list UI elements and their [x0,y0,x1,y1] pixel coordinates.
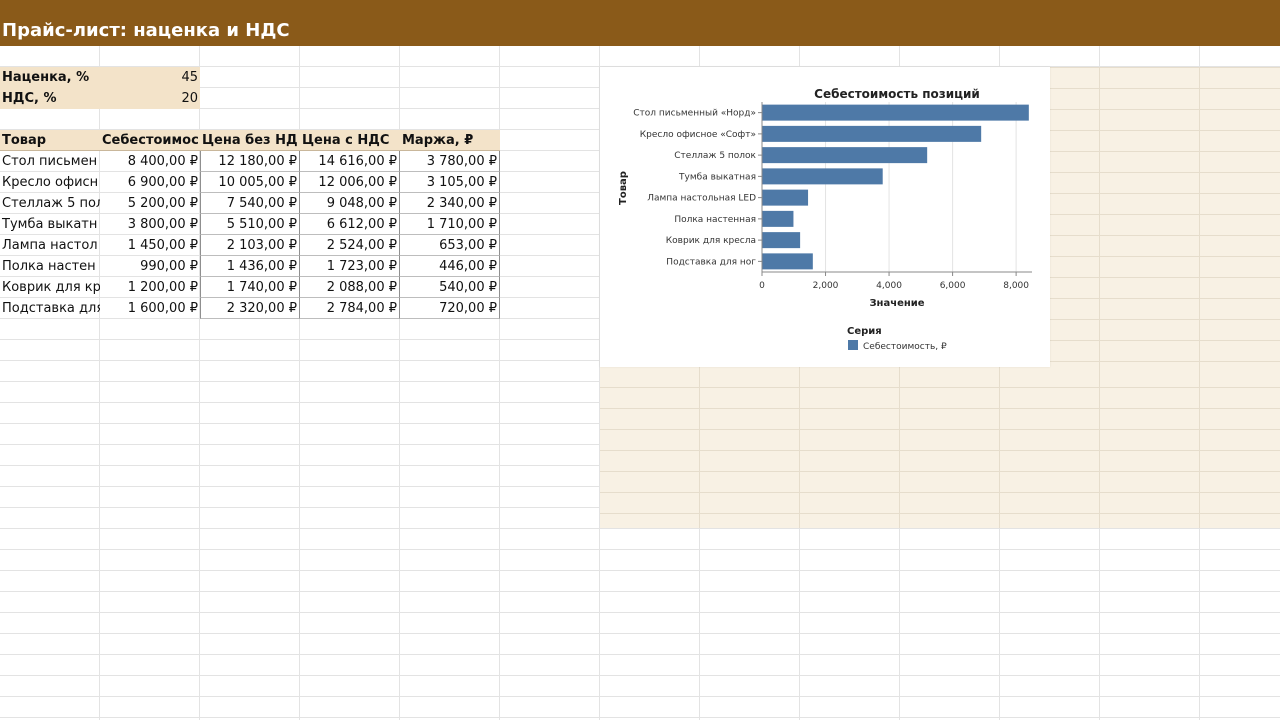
bar[interactable] [762,147,928,164]
product-name-cell[interactable]: Подставка для [0,298,100,319]
product-name-cell[interactable]: Стол письмен [0,151,100,172]
sheet-title: Прайс-лист: наценка и НДС [2,20,290,41]
table-cell[interactable]: 2 340,00 ₽ [400,193,500,214]
header-product[interactable]: Товар [0,130,100,151]
table-cell[interactable]: 2 320,00 ₽ [200,298,300,319]
table-cell[interactable]: 540,00 ₽ [400,277,500,298]
header-margin[interactable]: Маржа, ₽ [400,130,500,151]
table-cell[interactable]: 5 200,00 ₽ [100,193,200,214]
table-cell[interactable]: 1 740,00 ₽ [200,277,300,298]
category-label: Стол письменный «Норд» [633,109,756,119]
table-cell[interactable]: 3 780,00 ₽ [400,151,500,172]
product-name-cell[interactable]: Тумба выкатн [0,214,100,235]
x-tick-label: 4,000 [876,281,902,291]
bar[interactable] [762,253,813,270]
category-label: Тумба выкатная [678,172,756,182]
category-label: Коврик для кресла [666,236,756,246]
table-cell[interactable]: 1 723,00 ₽ [300,256,400,277]
table-cell[interactable]: 446,00 ₽ [400,256,500,277]
product-name-cell[interactable]: Кресло офисн [0,172,100,193]
bar[interactable] [762,104,1029,121]
x-axis-label: Значение [869,298,924,309]
table-cell[interactable]: 7 540,00 ₽ [200,193,300,214]
legend-title: Серия [847,326,882,337]
table-cell[interactable]: 1 436,00 ₽ [200,256,300,277]
table-cell[interactable]: 990,00 ₽ [100,256,200,277]
x-tick-label: 6,000 [940,281,966,291]
category-label: Кресло офисное «Софт» [640,130,756,140]
table-cell[interactable]: 2 784,00 ₽ [300,298,400,319]
param-label[interactable]: Наценка, % [0,67,100,88]
table-cell[interactable]: 10 005,00 ₽ [200,172,300,193]
table-cell[interactable]: 3 800,00 ₽ [100,214,200,235]
x-tick-label: 2,000 [813,281,839,291]
legend-swatch [848,340,858,350]
table-cell[interactable]: 2 103,00 ₽ [200,235,300,256]
table-cell[interactable]: 2 088,00 ₽ [300,277,400,298]
table-cell[interactable]: 6 900,00 ₽ [100,172,200,193]
table-cell[interactable]: 1 200,00 ₽ [100,277,200,298]
x-tick-label: 8,000 [1003,281,1029,291]
table-cell[interactable]: 12 006,00 ₽ [300,172,400,193]
bar[interactable] [762,210,794,227]
category-label: Подставка для ног [666,257,756,267]
table-cell[interactable]: 12 180,00 ₽ [200,151,300,172]
table-cell[interactable]: 720,00 ₽ [400,298,500,319]
table-cell[interactable]: 14 616,00 ₽ [300,151,400,172]
category-label: Лампа настольная LED [647,194,756,204]
table-cell[interactable]: 5 510,00 ₽ [200,214,300,235]
bar-chart: Себестоимость позиций Товар Значение Сто… [618,87,1032,352]
param-value[interactable]: 20 [100,88,200,109]
y-axis-label: Товар [618,171,629,205]
shaded-grid-lines [600,367,1280,528]
table-cell[interactable]: 653,00 ₽ [400,235,500,256]
param-label[interactable]: НДС, % [0,88,100,109]
product-name-cell[interactable]: Коврик для кр [0,277,100,298]
bars [762,104,1029,270]
param-value[interactable]: 45 [100,67,200,88]
table-cell[interactable]: 2 524,00 ₽ [300,235,400,256]
x-tick-label: 0 [759,281,765,291]
header-price-no-vat[interactable]: Цена без НД [200,130,300,151]
product-name-cell[interactable]: Полка настен [0,256,100,277]
title-bar: Прайс-лист: наценка и НДС [0,0,1280,46]
table-cell[interactable]: 9 048,00 ₽ [300,193,400,214]
bar[interactable] [762,232,801,249]
chart-title: Себестоимость позиций [814,87,980,101]
product-name-cell[interactable]: Лампа настол [0,235,100,256]
shaded-grid-lines [1050,67,1280,367]
table-cell[interactable]: 8 400,00 ₽ [100,151,200,172]
table-cell[interactable]: 6 612,00 ₽ [300,214,400,235]
table-cell[interactable]: 1 710,00 ₽ [400,214,500,235]
header-price-vat[interactable]: Цена с НДС [300,130,400,151]
legend-entry: Себестоимость, ₽ [863,342,947,352]
bar[interactable] [762,189,809,206]
table-cell[interactable]: 1 600,00 ₽ [100,298,200,319]
bar[interactable] [762,125,982,142]
bar[interactable] [762,168,883,185]
table-cell[interactable]: 3 105,00 ₽ [400,172,500,193]
category-label: Полка настенная [674,215,756,225]
chart-panel[interactable]: Себестоимость позиций Товар Значение Сто… [600,67,1050,367]
product-name-cell[interactable]: Стеллаж 5 пол [0,193,100,214]
x-ticks: 0 2,000 4,000 6,000 8,000 [759,272,1029,291]
category-labels: Стол письменный «Норд» Кресло офисное «Со… [633,109,762,267]
category-label: Стеллаж 5 полок [674,151,756,161]
table-cell[interactable]: 1 450,00 ₽ [100,235,200,256]
header-cost[interactable]: Себестоимос [100,130,200,151]
